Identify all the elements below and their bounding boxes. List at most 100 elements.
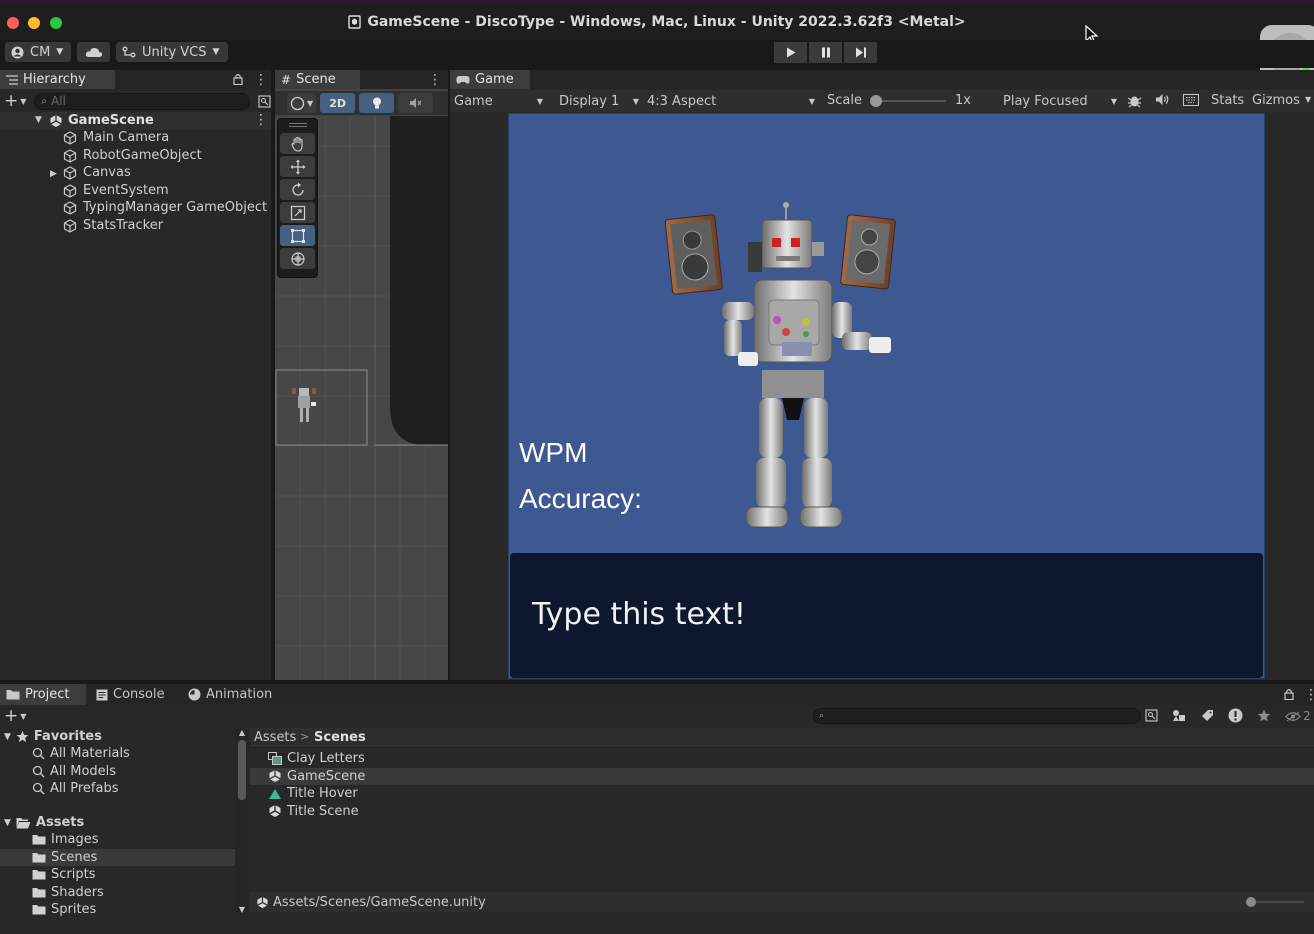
audio-toggle-button[interactable]: [398, 93, 434, 113]
play-mode-dropdown[interactable]: Play Focused ▼: [1003, 92, 1117, 110]
game-view-dropdown[interactable]: Game ▼: [454, 92, 547, 110]
scene-viewport[interactable]: [275, 116, 448, 680]
stats-button[interactable]: Stats: [1211, 93, 1244, 108]
display-dropdown[interactable]: Display 1 ▼: [559, 92, 639, 110]
filter-by-type-icon[interactable]: [1172, 709, 1186, 722]
scroll-down-icon[interactable]: ▼: [235, 905, 249, 914]
hierarchy-item[interactable]: Main Camera: [0, 130, 271, 147]
version-control-dropdown[interactable]: Unity VCS ▼: [116, 42, 228, 62]
expand-arrow-icon[interactable]: ▼: [4, 732, 11, 742]
cloud-button[interactable]: [77, 42, 110, 62]
hierarchy-item[interactable]: TypingManager GameObject: [0, 200, 271, 217]
more-options-icon[interactable]: ⋮: [1304, 687, 1314, 703]
favorites-section[interactable]: ▼ Favorites: [4, 728, 102, 745]
tab-hierarchy[interactable]: Hierarchy: [0, 70, 115, 89]
rect-tool-button[interactable]: [280, 225, 315, 246]
hierarchy-item-label: Canvas: [83, 165, 131, 180]
toggle-2d-button[interactable]: 2D: [320, 93, 356, 113]
aspect-dropdown[interactable]: 4:3 Aspect ▼: [647, 92, 815, 110]
hidden-packages-toggle[interactable]: 2: [1285, 709, 1311, 723]
play-icon: [786, 47, 795, 58]
file-item[interactable]: Title Scene: [250, 803, 1314, 820]
scale-slider-thumb[interactable]: [870, 95, 882, 107]
account-dropdown[interactable]: CM ▼: [5, 42, 71, 62]
search-options-icon[interactable]: [258, 94, 271, 108]
chevron-down-icon[interactable]: ▼: [1305, 95, 1311, 104]
hierarchy-item[interactable]: RobotGameObject: [0, 148, 271, 165]
tab-project[interactable]: Project: [0, 684, 86, 705]
hierarchy-item[interactable]: StatsTracker: [0, 218, 271, 235]
breadcrumb-root[interactable]: Assets: [254, 730, 296, 745]
favorite-item[interactable]: All Materials: [32, 745, 130, 762]
tab-scene[interactable]: # Scene: [275, 70, 360, 89]
shading-mode-dropdown[interactable]: ▼: [287, 93, 317, 113]
more-options-icon[interactable]: ⋮: [254, 112, 268, 128]
tab-animation[interactable]: Animation: [182, 684, 282, 705]
thumbnail-size-slider-thumb[interactable]: [1246, 897, 1256, 907]
filter-by-label-icon[interactable]: [1201, 709, 1214, 722]
lock-icon[interactable]: [233, 73, 243, 85]
mute-audio-icon[interactable]: [1155, 93, 1170, 106]
folder-icon: [32, 852, 46, 863]
expand-arrow-icon[interactable]: ▼: [35, 115, 42, 125]
folder-tree-scrollbar[interactable]: ▲ ▼: [235, 728, 249, 914]
hierarchy-search-input[interactable]: ⌕ All: [34, 92, 250, 110]
game-viewport[interactable]: WPM Accuracy: Type this text!: [508, 113, 1265, 679]
favorite-item[interactable]: All Models: [32, 763, 116, 780]
eye-icon: [1285, 711, 1301, 721]
expand-arrow-icon[interactable]: ▶: [50, 169, 57, 179]
more-options-icon[interactable]: ⋮: [254, 72, 268, 88]
move-tool-icon: [290, 159, 306, 175]
create-asset-dropdown[interactable]: + ▼: [4, 706, 26, 726]
hand-tool-button[interactable]: [280, 133, 315, 154]
warning-filter-icon[interactable]: [1228, 708, 1243, 723]
drag-handle-icon[interactable]: [278, 119, 317, 131]
favorite-star-icon[interactable]: [1257, 709, 1271, 722]
tab-console[interactable]: Console: [90, 684, 182, 705]
scroll-up-icon[interactable]: ▲: [235, 728, 249, 738]
typing-prompt-box[interactable]: Type this text!: [510, 553, 1263, 678]
asset-folder-item[interactable]: Scripts: [0, 866, 235, 883]
hierarchy-item[interactable]: ▶ Canvas: [0, 165, 271, 182]
chevron-down-icon: ▼: [536, 96, 543, 106]
lock-icon[interactable]: [1284, 688, 1294, 700]
scene-row[interactable]: ▼ GameScene ⋮: [0, 112, 271, 130]
asset-folder-item[interactable]: Images: [0, 831, 235, 848]
more-options-icon[interactable]: ⋮: [428, 72, 442, 88]
rotate-tool-icon: [290, 182, 306, 198]
project-search-input[interactable]: ⌕: [813, 708, 1141, 724]
asset-folder-label: Scenes: [51, 849, 98, 865]
frame-debugger-icon[interactable]: [1127, 93, 1142, 108]
expand-arrow-icon[interactable]: ▼: [4, 818, 11, 828]
search-options-icon[interactable]: [1145, 709, 1158, 722]
file-item[interactable]: GameScene: [250, 767, 1314, 785]
hierarchy-toolbar: + ▼ ⌕ All: [0, 91, 271, 111]
create-dropdown[interactable]: + ▼: [4, 91, 26, 111]
scrollbar-thumb[interactable]: [238, 740, 246, 800]
assets-section[interactable]: ▼ Assets: [4, 814, 84, 831]
step-button[interactable]: [844, 42, 877, 63]
transform-tool-button[interactable]: [280, 248, 315, 269]
shortcuts-keyboard-icon[interactable]: [1183, 94, 1199, 106]
asset-folder-item[interactable]: Shaders: [0, 884, 235, 901]
thumbnail-size-slider[interactable]: [1246, 897, 1304, 907]
gizmos-button[interactable]: Gizmos: [1252, 93, 1300, 108]
move-tool-button[interactable]: [280, 156, 315, 177]
tab-game[interactable]: Game: [450, 70, 530, 89]
favorite-item[interactable]: All Prefabs: [32, 780, 119, 797]
asset-folder-item[interactable]: Sprites: [0, 901, 235, 918]
favorite-item-label: All Prefabs: [50, 781, 119, 796]
file-item[interactable]: Title Hover: [250, 785, 1314, 802]
search-icon: [32, 782, 45, 795]
pause-button[interactable]: [809, 42, 842, 63]
gameobject-cube-icon: [63, 201, 77, 215]
rotate-tool-button[interactable]: [280, 179, 315, 200]
asset-folder-item[interactable]: Scenes: [0, 848, 235, 866]
hierarchy-item[interactable]: EventSystem: [0, 183, 271, 200]
scale-slider[interactable]: [870, 95, 946, 107]
lighting-toggle-button[interactable]: [359, 93, 395, 113]
file-item[interactable]: Clay Letters: [250, 750, 1314, 767]
play-button[interactable]: [774, 42, 807, 63]
breadcrumb-current[interactable]: Scenes: [314, 730, 366, 745]
scale-tool-button[interactable]: [280, 202, 315, 223]
